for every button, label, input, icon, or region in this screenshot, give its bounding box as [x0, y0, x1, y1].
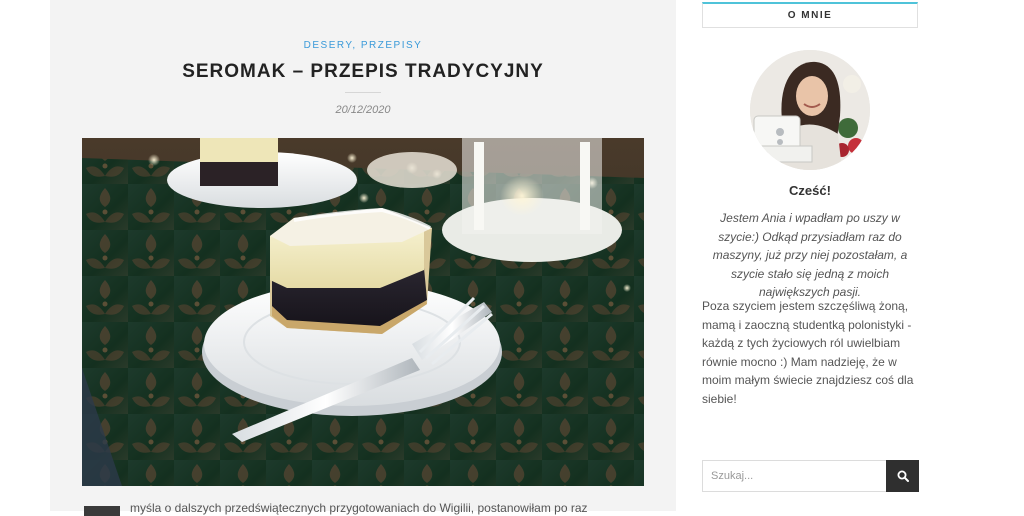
about-widget-title: O MNIE [702, 2, 918, 28]
title-divider [345, 92, 381, 93]
featured-image[interactable] [82, 138, 644, 486]
post-title[interactable]: SEROMAK – PRZEPIS TRADYCYJNY [50, 61, 676, 83]
bio-text: Poza szyciem jestem szczęśliwą żoną, mam… [702, 299, 914, 406]
search-icon [897, 470, 909, 482]
author-photo-illustration [750, 50, 870, 170]
search-button[interactable] [886, 460, 919, 492]
post-card: DESERY, PRZEPISY SEROMAK – PRZEPIS TRADY… [50, 0, 676, 516]
post-date: 20/12/2020 [335, 104, 391, 116]
author-avatar [750, 50, 870, 170]
search-input[interactable] [702, 460, 886, 492]
cake-photo-illustration [82, 138, 644, 486]
category-separator: , [352, 40, 361, 51]
search-form [702, 460, 919, 492]
bio-intro: Jestem Ania i wpadłam po uszy w szycie:)… [712, 211, 908, 300]
post-excerpt: myśla o dalszych przedświątecznych przyg… [130, 501, 588, 515]
greeting: Cześć! [789, 183, 831, 198]
category-link-desery[interactable]: DESERY [304, 40, 353, 51]
dropcap-block [84, 506, 120, 516]
category-link-przepisy[interactable]: PRZEPISY [361, 40, 422, 51]
post-categories: DESERY, PRZEPISY [50, 40, 676, 51]
